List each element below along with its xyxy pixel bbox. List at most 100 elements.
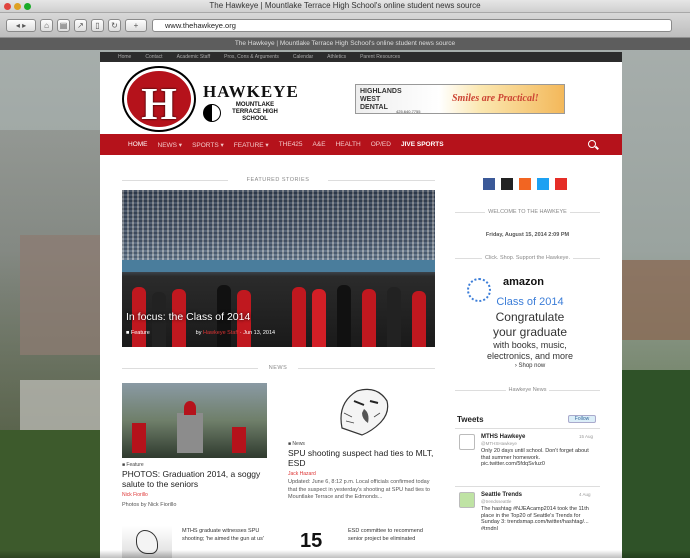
- follow-button[interactable]: Follow: [568, 415, 596, 423]
- divider: [455, 428, 600, 429]
- featured-author[interactable]: Hawkeye Staff: [203, 330, 238, 336]
- topnav-item[interactable]: Pros, Cons & Arguments: [224, 54, 279, 60]
- article1-title[interactable]: PHOTOS: Graduation 2014, a soggy salute …: [122, 469, 267, 489]
- tweet-author[interactable]: Seattle Trends: [481, 492, 522, 498]
- amazon-line4: with books, music,: [493, 340, 567, 350]
- webpage: Home Contact Academic Staff Pros, Cons &…: [100, 52, 622, 558]
- amazon-shop-link[interactable]: › Shop now: [459, 363, 601, 369]
- welcome-header: WELCOME TO THE HAWKEYE: [455, 209, 600, 215]
- article1-category-label[interactable]: Feature: [126, 462, 143, 468]
- topnav-item[interactable]: Parent Resources: [360, 54, 400, 60]
- amazon-logo: amazon: [503, 276, 544, 288]
- tweet-date: 4 Aug: [579, 492, 591, 497]
- featured-by: by: [195, 330, 202, 336]
- instagram-icon[interactable]: [501, 178, 513, 190]
- avatar[interactable]: [459, 492, 475, 508]
- nav-home[interactable]: HOME: [128, 141, 148, 148]
- article2-category-label[interactable]: News: [292, 441, 305, 447]
- youtube-icon[interactable]: [555, 178, 567, 190]
- stands-graphic: [122, 260, 435, 272]
- article2-title[interactable]: SPU shooting suspect had ties to MLT, ES…: [288, 448, 438, 468]
- graduate-figure: [292, 287, 306, 347]
- logo-letter: H: [141, 78, 177, 129]
- tweet-author[interactable]: MTHS Hawkeye: [481, 434, 525, 440]
- reload-icon[interactable]: ↻: [108, 19, 121, 32]
- ad-phone: 425.640.7755: [396, 109, 421, 114]
- amazon-line2: Congratulate: [495, 310, 565, 324]
- graduate-figure: [362, 289, 376, 347]
- welcome-text: WELCOME TO THE HAWKEYE: [485, 209, 570, 215]
- tweet-text: The hashtag #NJEAcamp2014 took the 11th …: [481, 506, 589, 532]
- back-forward-button[interactable]: ◂ ▸: [6, 19, 36, 32]
- tweet-date: 15 Aug: [579, 434, 594, 439]
- featured-date: Jun 13, 2014: [243, 330, 276, 336]
- featured-caption[interactable]: In focus: the Class of 2014: [126, 311, 250, 323]
- tweet-text: Only 20 days until school. Don't forget …: [481, 448, 589, 467]
- share-icon[interactable]: ↗: [74, 19, 87, 32]
- nav-ae[interactable]: A&E: [313, 141, 326, 148]
- brand-name: HAWKEYE: [203, 82, 299, 101]
- advertisement-banner[interactable]: HIGHLANDS WEST DENTAL 425.640.7755 Smiles …: [355, 84, 565, 114]
- topnav-item[interactable]: Home: [118, 54, 131, 60]
- tweet-handle: @trendsseattle: [481, 499, 512, 504]
- main-nav: HOME NEWS ▾ SPORTS ▾ FEATURE ▾ THE425 A&…: [100, 134, 622, 155]
- topnav-item[interactable]: Calendar: [293, 54, 313, 60]
- url-field[interactable]: www.thehawkeye.org: [152, 19, 672, 32]
- topnav-item[interactable]: Academic Staff: [177, 54, 211, 60]
- tab-label[interactable]: The Hawkeye | Mountlake Terrace High Sch…: [0, 38, 690, 50]
- home-icon[interactable]: ⌂: [40, 19, 53, 32]
- nav-sports[interactable]: SPORTS ▾: [192, 141, 224, 149]
- topnav-item[interactable]: Athletics: [327, 54, 346, 60]
- featured-category[interactable]: Feature: [131, 330, 150, 336]
- school-name: MOUNTLAKE TERRACE HIGH SCHOOL: [232, 102, 278, 122]
- nav-jive-sports[interactable]: JIVE SPORTS: [401, 141, 444, 148]
- graduate-figure: [312, 289, 326, 347]
- facebook-icon[interactable]: [483, 178, 495, 190]
- reader-icon[interactable]: ▤: [57, 19, 70, 32]
- article3-title[interactable]: MTHS graduate witnesses SPU shooting; 'h…: [182, 528, 264, 543]
- search-icon[interactable]: [588, 140, 596, 148]
- twitter-icon[interactable]: [537, 178, 549, 190]
- featured-meta: ■ Feature by Hawkeye Staff · Jun 13, 201…: [126, 330, 276, 336]
- article2-category: ■ News: [288, 441, 305, 447]
- nav-feature[interactable]: FEATURE ▾: [234, 141, 269, 149]
- amazon-line5: electronics, and more: [486, 351, 574, 361]
- amazon-line3: your graduate: [492, 325, 568, 339]
- bottom-shadow: [0, 550, 690, 558]
- ad-line3: DENTAL: [360, 104, 388, 111]
- news-link[interactable]: Hawkeye News: [505, 387, 550, 393]
- hawkeye-logo[interactable]: H: [124, 68, 194, 130]
- article2-author[interactable]: Jack Hazard: [288, 471, 316, 477]
- graduate-figure: [132, 423, 146, 453]
- article1-author[interactable]: Nick Fiorillo: [122, 492, 148, 498]
- graduate-figure: [337, 285, 351, 347]
- speaker-figure: [184, 401, 196, 415]
- amazon-ad[interactable]: amazon Class of 2014 Congratulate your g…: [459, 272, 601, 394]
- bookmark-icon[interactable]: ▯: [91, 19, 104, 32]
- nav-news[interactable]: NEWS ▾: [158, 141, 183, 149]
- article4-title[interactable]: ESD committee to recommend senior projec…: [348, 528, 433, 543]
- background-building-left: [20, 235, 100, 355]
- hawk-mascot-image[interactable]: [332, 383, 392, 438]
- top-nav: Home Contact Academic Staff Pros, Cons &…: [100, 52, 622, 62]
- window-title: The Hawkeye | Mountlake Terrace High Sch…: [209, 1, 481, 10]
- graduation-photo[interactable]: [122, 383, 267, 458]
- avatar[interactable]: [459, 434, 475, 450]
- featured-image[interactable]: In focus: the Class of 2014 ■ Feature by…: [122, 190, 435, 347]
- add-tab-button[interactable]: +: [125, 19, 147, 32]
- sidebar: WELCOME TO THE HAWKEYE Friday, August 15…: [455, 172, 622, 558]
- background-grass-left: [0, 430, 100, 558]
- crowd-graphic: [122, 190, 435, 260]
- tweets-title: Tweets: [457, 415, 484, 424]
- nav-the425[interactable]: THE425: [279, 141, 303, 148]
- rss-icon[interactable]: [519, 178, 531, 190]
- nav-health[interactable]: HEALTH: [336, 141, 361, 148]
- window-titlebar: The Hawkeye | Mountlake Terrace High Sch…: [0, 0, 690, 13]
- topnav-item[interactable]: Contact: [145, 54, 162, 60]
- nav-oped[interactable]: OP/ED: [371, 141, 391, 148]
- support-text: Click. Shop. Support the Hawkeye.: [482, 255, 573, 261]
- article2-excerpt: Updated: June 6, 8:12 p.m. Local officia…: [288, 479, 430, 500]
- amazon-line1: Class of 2014: [496, 296, 564, 308]
- browser-toolbar: ◂ ▸ ⌂ ▤ ↗ ▯ ↻ + www.thehawkeye.org: [0, 13, 690, 38]
- current-date: Friday, August 15, 2014 2:09 PM: [485, 232, 570, 238]
